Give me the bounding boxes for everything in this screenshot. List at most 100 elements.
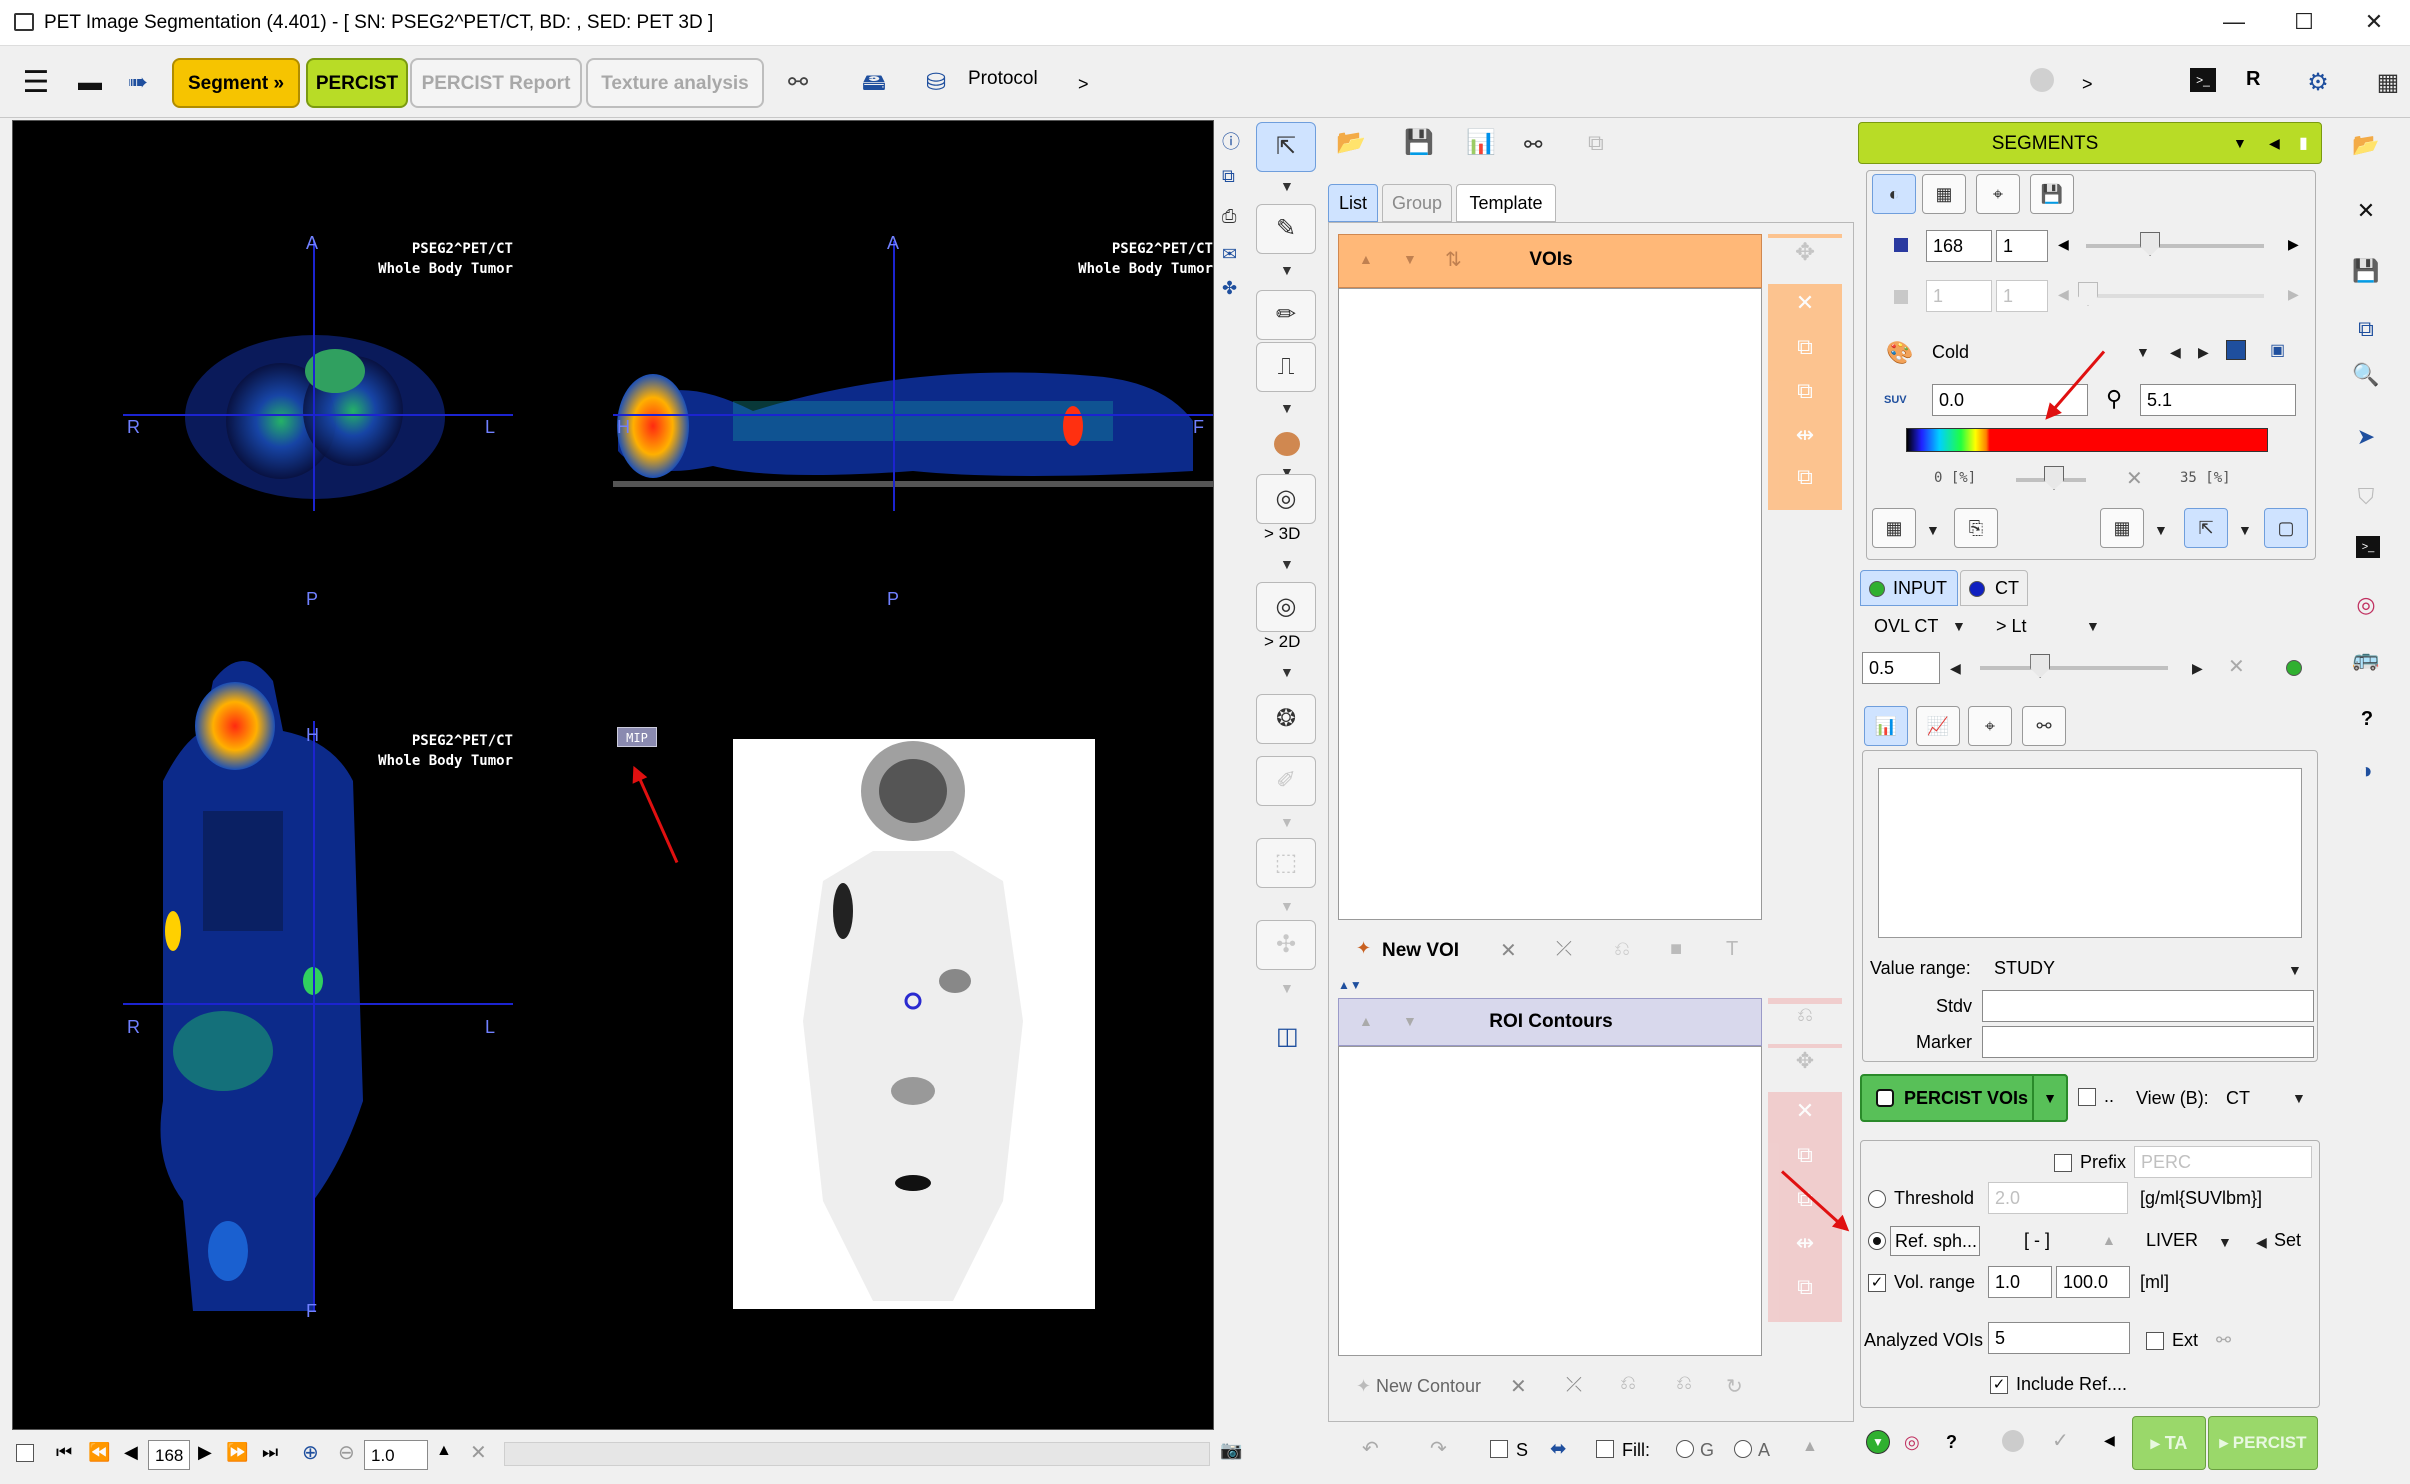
- prev-slice-icon[interactable]: ◀: [124, 1442, 138, 1463]
- marker-field[interactable]: [1982, 1026, 2314, 1058]
- splitter-arrows-icon[interactable]: ▲▼: [1338, 978, 1362, 992]
- right-more-button[interactable]: >: [2082, 74, 2093, 95]
- vois-mirror-icon[interactable]: ⇹: [1768, 422, 1842, 448]
- analyzed-vois-field[interactable]: 5: [1988, 1322, 2130, 1354]
- cursor-options-icon[interactable]: ⇱: [2184, 508, 2228, 548]
- link-voi-icon[interactable]: ⚯: [1524, 132, 1542, 158]
- threshold-field[interactable]: 2.0: [1988, 1182, 2128, 1214]
- frame-next-icon[interactable]: ▶: [2288, 286, 2299, 303]
- zoom-out-icon[interactable]: ⊖: [338, 1440, 355, 1465]
- fast-back-icon[interactable]: ⏪: [88, 1442, 110, 1463]
- layout-options-icon[interactable]: ▦: [1872, 508, 1916, 548]
- sidebar-close-icon[interactable]: ✕: [2346, 198, 2386, 224]
- new-voi-button[interactable]: New VOI: [1382, 940, 1459, 962]
- first-slice-icon[interactable]: ⏮: [56, 1442, 72, 1463]
- layout-grid-icon[interactable]: ▦: [2370, 66, 2406, 100]
- target-tab-icon[interactable]: ⌖: [1968, 706, 2012, 746]
- roi-export-icon[interactable]: ⧉: [1768, 1274, 1842, 1300]
- cube-tool-button[interactable]: ⬚: [1256, 838, 1316, 888]
- vois-list[interactable]: [1338, 288, 1762, 920]
- brush-tool-dropdown[interactable]: ▼: [1280, 814, 1294, 830]
- morph-tool-dropdown[interactable]: ▼: [1280, 980, 1294, 996]
- lt-dropdown[interactable]: ▼: [2086, 618, 2100, 634]
- view-value[interactable]: CT: [2226, 1088, 2250, 1109]
- vois-copy-icon[interactable]: ⧉: [1768, 334, 1842, 360]
- ovl-ct-label[interactable]: OVL CT: [1874, 616, 1938, 637]
- tac-tab-icon[interactable]: 📈: [1916, 706, 1960, 746]
- protocol-icon[interactable]: ⛁: [918, 66, 954, 100]
- zoom-in-icon[interactable]: ⊕: [302, 1440, 319, 1465]
- slice-scrollbar[interactable]: [504, 1442, 1210, 1466]
- database-icon[interactable]: 🖴: [856, 66, 892, 100]
- histogram-tab-icon[interactable]: 📊: [1864, 706, 1908, 746]
- new-contour-button[interactable]: New Contour: [1376, 1376, 1481, 1397]
- page-options-icon[interactable]: ⎘: [1954, 508, 1998, 548]
- voi-tools-icon[interactable]: ⧉: [1588, 130, 1604, 156]
- fusion-mode-icon[interactable]: ▦: [1922, 174, 1966, 214]
- colormap-dropdown-icon[interactable]: ▼: [2136, 344, 2150, 360]
- display-mode-icon[interactable]: ◐: [1872, 174, 1916, 214]
- colormap-next-icon[interactable]: ▶: [2198, 344, 2209, 361]
- overlay-options-icon[interactable]: ▦: [2100, 508, 2144, 548]
- undo-icon[interactable]: ↶: [1362, 1436, 1379, 1461]
- zoom-field[interactable]: 1.0: [364, 1440, 428, 1470]
- vol-max-field[interactable]: 100.0: [2056, 1266, 2130, 1298]
- segment-3d-button[interactable]: ◎: [1256, 474, 1316, 524]
- segments-header[interactable]: SEGMENTS ▼ ◀ ▮: [1858, 122, 2322, 164]
- ta-button[interactable]: ▸ TA: [2132, 1416, 2206, 1470]
- lt-label[interactable]: > Lt: [1996, 616, 2027, 637]
- pen-tool-button[interactable]: ✏: [1256, 290, 1316, 340]
- segment-2d-dropdown[interactable]: ▼: [1280, 664, 1294, 680]
- ctr-icon[interactable]: ⎌: [1676, 1372, 1692, 1395]
- tab-template[interactable]: Template: [1456, 184, 1556, 222]
- statistics-icon[interactable]: 📊: [1466, 128, 1496, 157]
- overlay-status-icon[interactable]: [2286, 660, 2302, 676]
- pct-reset-icon[interactable]: ✕: [2126, 466, 2143, 491]
- delete-all-contours-icon[interactable]: ⤫: [1566, 1374, 1582, 1397]
- sidebar-shield-icon[interactable]: ⛉: [2346, 484, 2386, 510]
- cursor-options-dropdown[interactable]: ▼: [2238, 522, 2252, 538]
- view-dropdown[interactable]: ▼: [2292, 1090, 2306, 1106]
- percist-run-button[interactable]: ▸ PERCIST: [2208, 1416, 2318, 1470]
- status-checkbox[interactable]: [16, 1444, 34, 1462]
- auto-segment-button[interactable]: ❂: [1256, 694, 1316, 744]
- sidebar-run-icon[interactable]: ➤: [2346, 424, 2386, 450]
- slice-step-field[interactable]: 1: [1996, 230, 2048, 262]
- toolbar-more-button[interactable]: >: [1078, 74, 1089, 95]
- colormap-edit-icon[interactable]: ▣: [2270, 340, 2285, 360]
- fast-forward-icon[interactable]: ⏩: [226, 1442, 248, 1463]
- last-slice-icon[interactable]: ⏭: [262, 1442, 278, 1463]
- stamp-tool-dropdown[interactable]: ▼: [1280, 400, 1294, 416]
- sidebar-compare-icon[interactable]: ⧉: [2346, 316, 2386, 342]
- sidebar-target-icon[interactable]: ◎: [2346, 592, 2386, 618]
- cube-tool-dropdown[interactable]: ▼: [1280, 898, 1294, 914]
- segments-prev-icon[interactable]: ◀: [2269, 135, 2280, 152]
- voi-sub-icon[interactable]: ⎌: [1614, 938, 1630, 961]
- delete-contour-icon[interactable]: ✕: [1510, 1374, 1527, 1399]
- maximize-button[interactable]: ☐: [2284, 6, 2324, 38]
- roi-add-icon[interactable]: ⎌: [1768, 1004, 1842, 1044]
- sidebar-zoom-icon[interactable]: 🔍: [2346, 362, 2386, 388]
- reset-zoom-icon[interactable]: ✕: [470, 1440, 487, 1465]
- stdv-field[interactable]: [1982, 990, 2314, 1022]
- link-tab-icon[interactable]: ⚯: [2022, 706, 2066, 746]
- threshold-radio[interactable]: [1868, 1190, 1886, 1208]
- morph-tool-button[interactable]: ✣: [1256, 920, 1316, 970]
- g-radio[interactable]: [1676, 1440, 1694, 1458]
- segment-2d-button[interactable]: ◎: [1256, 582, 1316, 632]
- action-prev-icon[interactable]: ◀: [2104, 1432, 2115, 1449]
- minimize-button[interactable]: —: [2214, 6, 2254, 38]
- contour-tool-button[interactable]: ✎: [1256, 204, 1316, 254]
- overlay-slider[interactable]: [1980, 666, 2168, 670]
- link-icon[interactable]: ⚯: [780, 66, 816, 100]
- bottom-up-icon[interactable]: ▲: [1802, 1438, 1818, 1456]
- roi-icon[interactable]: ⎌: [1620, 1372, 1636, 1395]
- overlay-value-field[interactable]: 0.5: [1862, 652, 1940, 684]
- overlay-reset-icon[interactable]: ✕: [2228, 654, 2245, 679]
- frame-field[interactable]: 1: [1926, 280, 1992, 312]
- vois-export-icon[interactable]: ⧉: [1768, 464, 1842, 490]
- info-icon[interactable]: ⓘ: [1222, 128, 1240, 154]
- segments-dropdown-icon[interactable]: ▼: [2233, 135, 2247, 151]
- auto-scale-icon[interactable]: ⚲: [2106, 386, 2122, 412]
- delete-voi-icon[interactable]: ✕: [1500, 938, 1517, 963]
